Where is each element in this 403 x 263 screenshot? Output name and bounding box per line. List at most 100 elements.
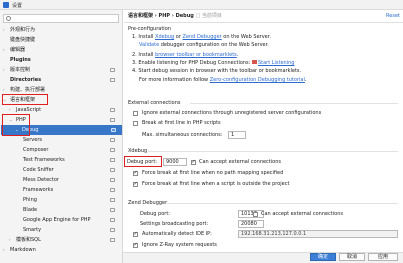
breadcrumb: 语言和框架 › PHP › Debug □ 当前项目 [128, 12, 222, 21]
sidebar-item-frameworks[interactable]: Frameworks [23, 185, 121, 195]
ignore-external-checkbox[interactable] [133, 111, 138, 116]
sidebar-item-label: Blade [23, 207, 38, 213]
project-config-icon [111, 128, 116, 132]
sidebar-item-label: 构建、执行部署 [10, 87, 46, 93]
sidebar-item-editor[interactable]: › 编辑器 [3, 45, 121, 55]
sidebar-item-keymap[interactable]: 键盘快捷键 [3, 35, 121, 45]
sidebar-item-appearance[interactable]: › 外观和行为 [3, 25, 121, 35]
ignore-external-label: Ignore external connections through unre… [142, 110, 322, 116]
break-first-line-checkbox[interactable] [133, 121, 138, 126]
sidebar-item-label: 编辑器 [10, 47, 26, 53]
apply-button[interactable]: 应用 [368, 253, 398, 261]
sidebar-item-composer[interactable]: Composer [23, 145, 121, 155]
reset-link[interactable]: Reset [386, 12, 400, 21]
project-config-icon [110, 138, 115, 142]
zend-broadcast-label: Settings broadcasting port: [140, 221, 209, 227]
preconfig-step-1b: Validate debugger configuration on the W… [139, 42, 269, 48]
app-icon [3, 2, 9, 8]
browser-toolbar-link[interactable]: browser toolbar or bookmarklets [155, 52, 237, 58]
search-icon [6, 16, 11, 21]
xdebug-port-input[interactable]: 9000 [163, 158, 187, 166]
zero-config-tutorial-link[interactable]: Zero-configuration Debugging tutorial [210, 77, 305, 83]
divider [148, 151, 398, 152]
xdebug-force-break-outside-label: Force break at first line when a script … [142, 181, 290, 187]
zend-ignore-zray-checkbox[interactable] [133, 242, 138, 248]
sidebar-item-label: Mess Detector [23, 177, 59, 183]
chevron-right-icon: › [3, 67, 5, 72]
sidebar-item-label: Composer [23, 147, 49, 153]
xdebug-accept-checkbox[interactable] [191, 159, 196, 165]
divider [190, 103, 398, 104]
preconfig-step-4: 4. Start debug session in browser with t… [132, 68, 302, 74]
sidebar-item-markdown[interactable]: › Markdown [3, 245, 121, 255]
sidebar-item-plugins[interactable]: Plugins [3, 55, 121, 65]
sidebar-item-label: Smarty [23, 227, 42, 233]
preconfig-step-1: 1. Install Xdebug or Zend Debugger on th… [132, 34, 271, 40]
cancel-button[interactable]: 取消 [339, 253, 365, 261]
settings-search-input[interactable] [3, 14, 119, 23]
sidebar-item-smarty[interactable]: Smarty [23, 225, 121, 235]
chevron-right-icon: › [3, 47, 5, 52]
highlight-box [2, 94, 48, 105]
divider [124, 22, 403, 23]
project-config-icon [110, 218, 115, 222]
window-title: 设置 [12, 3, 23, 9]
sidebar-item-label: Phing [23, 197, 37, 203]
phone-listening-icon [251, 60, 257, 64]
xdebug-force-break-mapping-checkbox[interactable] [133, 170, 138, 176]
project-config-icon [110, 188, 115, 192]
xdebug-title: Xdebug [128, 148, 148, 154]
sidebar-item-templates-sql[interactable]: › 模板和SQL [9, 235, 121, 245]
sidebar-item-servers[interactable]: Servers [23, 135, 121, 145]
sidebar-item-label: Test Frameworks [23, 157, 65, 163]
sidebar-item-phing[interactable]: Phing [23, 195, 121, 205]
max-connections-spinner[interactable]: 1 [228, 131, 246, 139]
sidebar-item-label: Code Sniffer [23, 167, 54, 173]
breadcrumb-path: 语言和框架 › PHP › Debug [128, 13, 194, 19]
sidebar-item-code-sniffer[interactable]: Code Sniffer [23, 165, 121, 175]
zend-accept-checkbox[interactable] [253, 212, 258, 217]
xdebug-link[interactable]: Xdebug [155, 34, 174, 40]
project-config-icon [110, 68, 115, 72]
sidebar-item-label: Frameworks [23, 187, 54, 193]
project-config-icon [110, 178, 115, 182]
xdebug-accept-label: Can accept external connections [199, 159, 281, 165]
project-config-icon [110, 108, 115, 112]
zend-autodetect-ip-checkbox[interactable] [133, 231, 138, 237]
sidebar-item-version-control[interactable]: › 版本控制 [3, 65, 121, 75]
start-listening-link[interactable]: Start Listening [258, 60, 295, 66]
highlight-box [2, 114, 30, 136]
sidebar-item-label: 版本控制 [10, 67, 31, 73]
sidebar-item-google-app-engine[interactable]: Google App Engine for PHP [23, 215, 121, 225]
ok-button[interactable]: 确定 [310, 253, 336, 261]
validate-link[interactable]: Validate [139, 42, 159, 48]
sidebar-item-label: Markdown [10, 247, 36, 253]
sidebar-item-label: 键盘快捷键 [10, 37, 36, 43]
sidebar-item-directories[interactable]: Directories [3, 75, 121, 85]
sidebar-item-blade[interactable]: Blade [23, 205, 121, 215]
zend-ip-input[interactable]: 192.168.31.213,127.0.0.1 [238, 230, 398, 238]
project-config-icon [110, 118, 115, 122]
project-scope-label: □ 当前项目 [195, 13, 222, 19]
zend-debugger-title: Zend Debugger [128, 200, 168, 206]
preconfig-more-info: For more information follow Zero-configu… [139, 77, 307, 83]
project-config-icon [110, 198, 115, 202]
chevron-right-icon: › [9, 237, 11, 242]
zend-broadcast-input[interactable]: 20080 [238, 220, 264, 228]
project-config-icon [110, 158, 115, 162]
sidebar-item-mess-detector[interactable]: Mess Detector [23, 175, 121, 185]
project-config-icon [110, 228, 115, 232]
project-config-icon [110, 208, 115, 212]
zend-debugger-link[interactable]: Zend Debugger [183, 34, 222, 40]
sidebar-item-label: JavaScript [16, 107, 42, 113]
divider [167, 203, 398, 204]
sidebar-item-test-frameworks[interactable]: Test Frameworks [23, 155, 121, 165]
zend-autodetect-ip-label: Automatically detect IDE IP: [142, 231, 212, 237]
xdebug-force-break-outside-checkbox[interactable] [133, 181, 138, 187]
chevron-right-icon: › [3, 247, 5, 252]
external-connections-title: External connections [128, 100, 181, 106]
max-connections-label: Max. simultaneous connections: [142, 132, 223, 138]
sidebar-item-label: Directories [10, 77, 42, 83]
zend-accept-label: Can accept external connections [261, 211, 343, 217]
project-config-icon [110, 238, 115, 242]
